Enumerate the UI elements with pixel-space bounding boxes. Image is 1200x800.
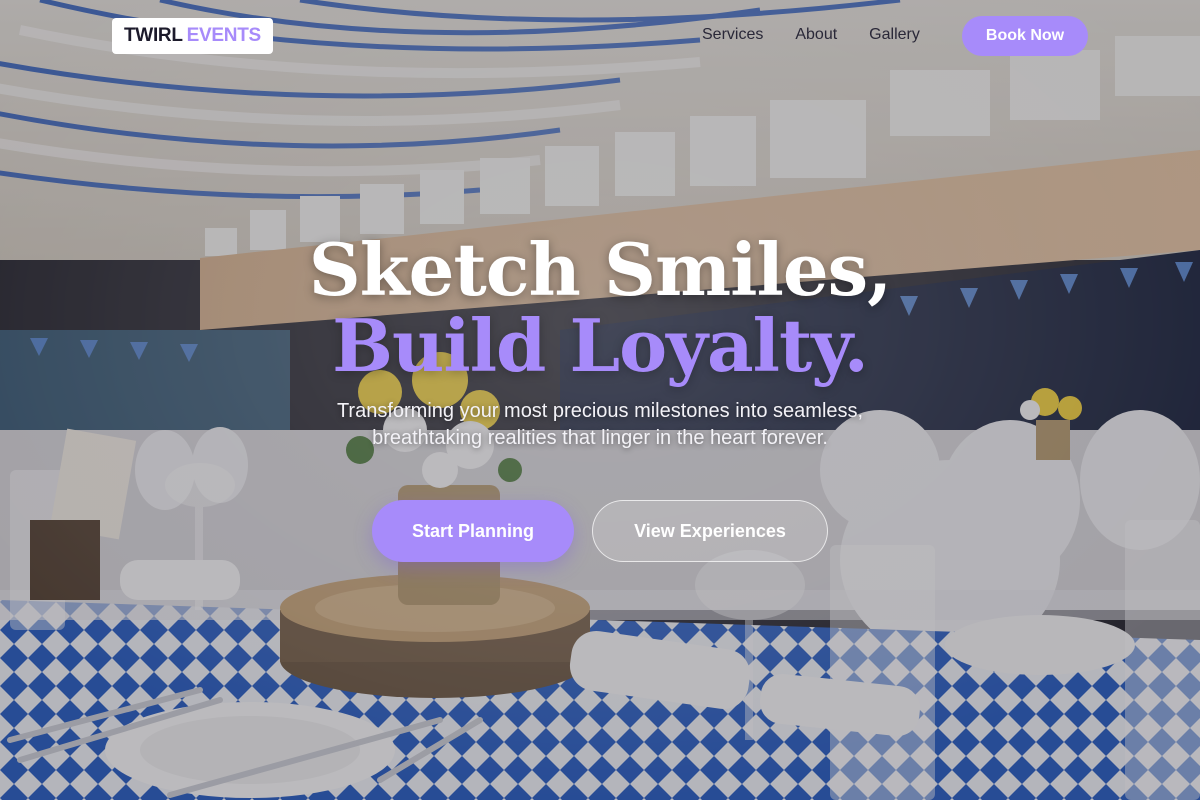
- top-navigation: TWIRL EVENTS Services About Gallery Book…: [0, 0, 1200, 72]
- brand-logo[interactable]: TWIRL EVENTS: [112, 18, 273, 54]
- brand-name-accent: EVENTS: [186, 25, 262, 46]
- hero-headline: Sketch Smiles, Build Loyalty.: [0, 232, 1200, 384]
- brand-name-primary: TWIRL: [124, 25, 183, 46]
- book-now-button[interactable]: Book Now: [962, 16, 1088, 56]
- start-planning-button[interactable]: Start Planning: [372, 500, 574, 562]
- hero-cta-group: Start Planning View Experiences: [0, 500, 1200, 562]
- hero-subtitle: Transforming your most precious mileston…: [336, 400, 864, 449]
- hero-section: Sketch Smiles, Build Loyalty. Transformi…: [0, 232, 1200, 452]
- view-experiences-button[interactable]: View Experiences: [592, 500, 828, 562]
- nav-link-services[interactable]: Services: [702, 26, 763, 44]
- nav-link-about[interactable]: About: [795, 26, 837, 44]
- hero-headline-line2: Build Loyalty.: [332, 303, 869, 388]
- nav-link-gallery[interactable]: Gallery: [869, 26, 920, 44]
- hero-headline-line1: Sketch Smiles,: [308, 227, 893, 312]
- nav-links: Services About Gallery: [702, 26, 920, 44]
